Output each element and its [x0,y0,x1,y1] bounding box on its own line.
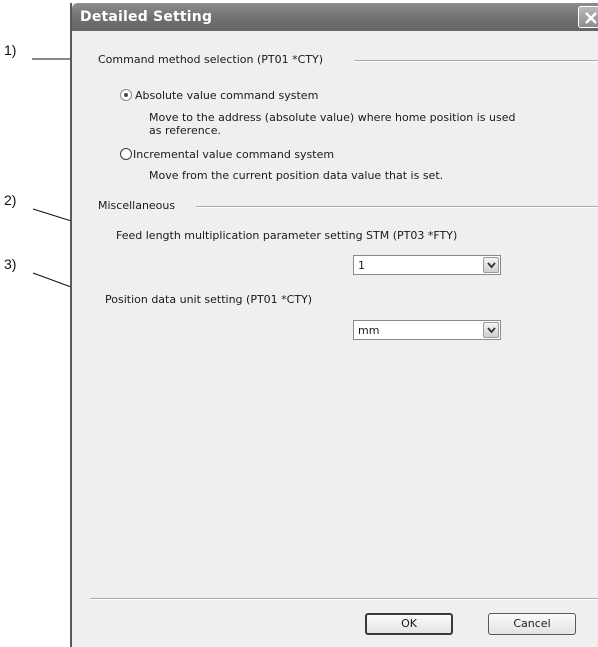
feed-length-label: Feed length multiplication parameter set… [116,229,458,242]
chevron-down-icon [487,327,496,334]
command-method-group-line [354,60,598,62]
position-unit-label: Position data unit setting (PT01 *CTY) [105,293,313,306]
callout-3: 3) [4,256,17,272]
feed-length-dropdown-button[interactable] [483,257,499,273]
position-unit-dropdown[interactable]: mm [353,320,501,340]
close-button[interactable] [578,6,598,28]
absolute-value-description-line2: as reference. [149,124,221,137]
absolute-value-label[interactable]: Absolute value command system [135,89,318,102]
window-title: Detailed Setting [80,9,213,25]
chevron-down-icon [487,262,496,269]
feed-length-value: 1 [358,259,365,272]
absolute-value-description-line1: Move to the address (absolute value) whe… [149,111,516,124]
callout-2: 2) [4,192,17,208]
screenshot-stage: 1) 2) 3) Detailed Setting Command method… [0,0,598,647]
command-method-group-label: Command method selection (PT01 *CTY) [98,53,323,66]
incremental-value-radio[interactable] [120,148,132,160]
position-unit-value: mm [358,324,380,337]
absolute-value-radio[interactable] [120,89,132,101]
title-bar[interactable]: Detailed Setting [72,3,598,31]
cancel-button[interactable]: Cancel [488,613,576,635]
incremental-value-label[interactable]: Incremental value command system [133,148,334,161]
incremental-value-description: Move from the current position data valu… [149,169,444,182]
miscellaneous-group-label: Miscellaneous [98,199,176,212]
detailed-setting-dialog: Detailed Setting Command method selectio… [70,3,598,647]
position-unit-dropdown-button[interactable] [483,322,499,338]
miscellaneous-group-line [196,206,598,208]
button-separator [90,598,598,600]
callout-1: 1) [4,42,17,58]
ok-button[interactable]: OK [365,613,453,635]
close-icon [585,12,597,24]
feed-length-dropdown[interactable]: 1 [353,255,501,275]
